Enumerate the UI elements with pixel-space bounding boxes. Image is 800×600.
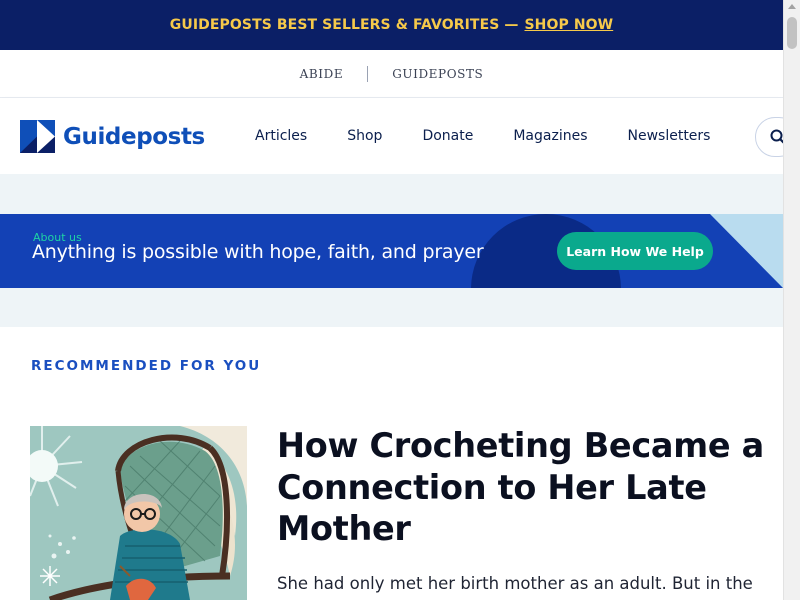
scroll-up-arrow-icon[interactable]: [788, 4, 796, 9]
banner-headline: Anything is possible with hope, faith, a…: [32, 241, 484, 263]
shop-now-link[interactable]: SHOP NOW: [525, 17, 614, 33]
crocheting-illustration: [30, 426, 247, 600]
brand-link-guideposts[interactable]: GUIDEPOSTS: [368, 67, 507, 81]
logo-wordmark: Guideposts: [63, 123, 205, 150]
guideposts-logo[interactable]: Guideposts: [20, 120, 205, 153]
logo-mark-icon: [20, 120, 55, 153]
promo-bar: GUIDEPOSTS BEST SELLERS & FAVORITES — SH…: [0, 0, 783, 50]
nav-link-articles[interactable]: Articles: [255, 128, 307, 144]
nav-link-magazines[interactable]: Magazines: [513, 128, 587, 144]
nav-link-shop[interactable]: Shop: [347, 128, 382, 144]
promo-text: GUIDEPOSTS BEST SELLERS & FAVORITES —: [169, 17, 519, 33]
page-scrollbar[interactable]: [783, 0, 800, 600]
article-excerpt: She had only met her birth mother as an …: [277, 574, 753, 593]
nav-link-newsletters[interactable]: Newsletters: [628, 128, 711, 144]
about-us-banner: About us Anything is possible with hope,…: [0, 214, 783, 288]
article-title[interactable]: How Crocheting Became a Connection to He…: [277, 425, 767, 550]
brand-switcher: ABIDE GUIDEPOSTS: [0, 50, 783, 98]
nav-link-donate[interactable]: Donate: [422, 128, 473, 144]
article-thumbnail[interactable]: [30, 426, 247, 600]
learn-how-we-help-button[interactable]: Learn How We Help: [557, 232, 713, 270]
recommended-heading: RECOMMENDED FOR YOU: [31, 358, 262, 374]
page: GUIDEPOSTS BEST SELLERS & FAVORITES — SH…: [0, 0, 783, 600]
banner-decor-triangle: [710, 214, 783, 288]
scrollbar-thumb[interactable]: [787, 17, 797, 49]
brand-link-abide[interactable]: ABIDE: [276, 67, 368, 81]
primary-nav-links: Articles Shop Donate Magazines Newslette…: [255, 98, 750, 174]
main-navigation: Guideposts Articles Shop Donate Magazine…: [0, 98, 783, 174]
